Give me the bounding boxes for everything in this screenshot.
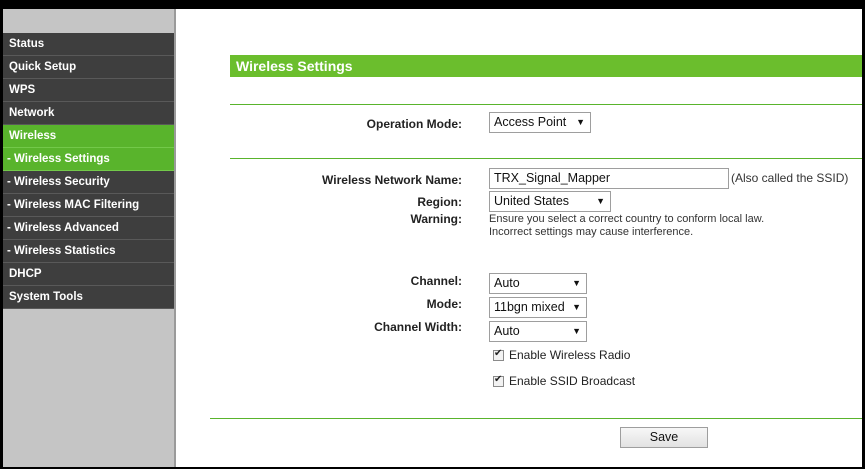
mode-label: Mode: xyxy=(426,297,462,311)
router-admin-window: Status Quick Setup WPS Network Wireless … xyxy=(3,9,862,467)
sidebar-item-wireless[interactable]: Wireless xyxy=(3,124,174,148)
sidebar-item-dhcp[interactable]: DHCP xyxy=(3,262,174,286)
section-divider xyxy=(230,104,862,105)
sidebar-item-status[interactable]: Status xyxy=(3,33,174,56)
chevron-down-icon: ▼ xyxy=(596,196,605,206)
sidebar-item-wireless-advanced[interactable]: - Wireless Advanced xyxy=(3,216,174,240)
sidebar-item-system-tools[interactable]: System Tools xyxy=(3,285,174,309)
sidebar-item-wireless-security[interactable]: - Wireless Security xyxy=(3,170,174,194)
warning-line-2: Incorrect settings may cause interferenc… xyxy=(489,225,694,238)
section-divider xyxy=(210,418,862,419)
region-label: Region: xyxy=(417,195,462,209)
ssid-input[interactable]: TRX_Signal_Mapper xyxy=(489,168,729,189)
channel-width-label: Channel Width: xyxy=(374,320,462,334)
channel-width-value: Auto xyxy=(494,324,520,338)
section-divider xyxy=(230,158,862,159)
enable-wireless-radio-label: Enable Wireless Radio xyxy=(509,348,631,362)
enable-ssid-broadcast-label: Enable SSID Broadcast xyxy=(509,374,636,388)
enable-wireless-radio-checkbox[interactable] xyxy=(493,348,504,361)
sidebar-item-network[interactable]: Network xyxy=(3,101,174,125)
operation-mode-label: Operation Mode: xyxy=(366,117,462,131)
sidebar: Status Quick Setup WPS Network Wireless … xyxy=(3,9,176,467)
sidebar-item-wireless-statistics[interactable]: - Wireless Statistics xyxy=(3,239,174,263)
region-value: United States xyxy=(494,194,570,208)
sidebar-item-wireless-mac-filtering[interactable]: - Wireless MAC Filtering xyxy=(3,193,174,217)
main-content: Wireless Settings Operation Mode: Access… xyxy=(178,9,862,467)
channel-width-select[interactable]: Auto ▼ xyxy=(489,321,587,342)
enable-ssid-broadcast-checkbox[interactable] xyxy=(493,374,504,387)
channel-select[interactable]: Auto ▼ xyxy=(489,273,587,294)
save-button[interactable]: Save xyxy=(620,427,708,448)
warning-label: Warning: xyxy=(410,212,462,226)
chevron-down-icon: ▼ xyxy=(576,117,585,127)
warning-text: Ensure you select a correct country to c… xyxy=(489,213,764,238)
warning-line-1: Ensure you select a correct country to c… xyxy=(489,213,765,225)
mode-value: 11bgn mixed xyxy=(494,300,565,314)
network-name-label: Wireless Network Name: xyxy=(322,173,462,187)
sidebar-item-wps[interactable]: WPS xyxy=(3,78,174,102)
page-title: Wireless Settings xyxy=(230,55,862,77)
sidebar-item-quick-setup[interactable]: Quick Setup xyxy=(3,55,174,79)
chevron-down-icon: ▼ xyxy=(572,302,581,312)
channel-label: Channel: xyxy=(410,274,462,288)
enable-ssid-broadcast-row: Enable SSID Broadcast xyxy=(493,374,635,388)
mode-select[interactable]: 11bgn mixed ▼ xyxy=(489,297,587,318)
ssid-note: (Also called the SSID) xyxy=(731,171,849,185)
operation-mode-value: Access Point xyxy=(494,115,567,129)
chevron-down-icon: ▼ xyxy=(572,278,581,288)
region-select[interactable]: United States ▼ xyxy=(489,191,611,212)
enable-wireless-radio-row: Enable Wireless Radio xyxy=(493,348,630,362)
channel-value: Auto xyxy=(494,276,520,290)
sidebar-item-wireless-settings[interactable]: - Wireless Settings xyxy=(3,147,174,171)
sidebar-spacer xyxy=(3,9,174,33)
operation-mode-select[interactable]: Access Point ▼ xyxy=(489,112,591,133)
chevron-down-icon: ▼ xyxy=(572,326,581,336)
